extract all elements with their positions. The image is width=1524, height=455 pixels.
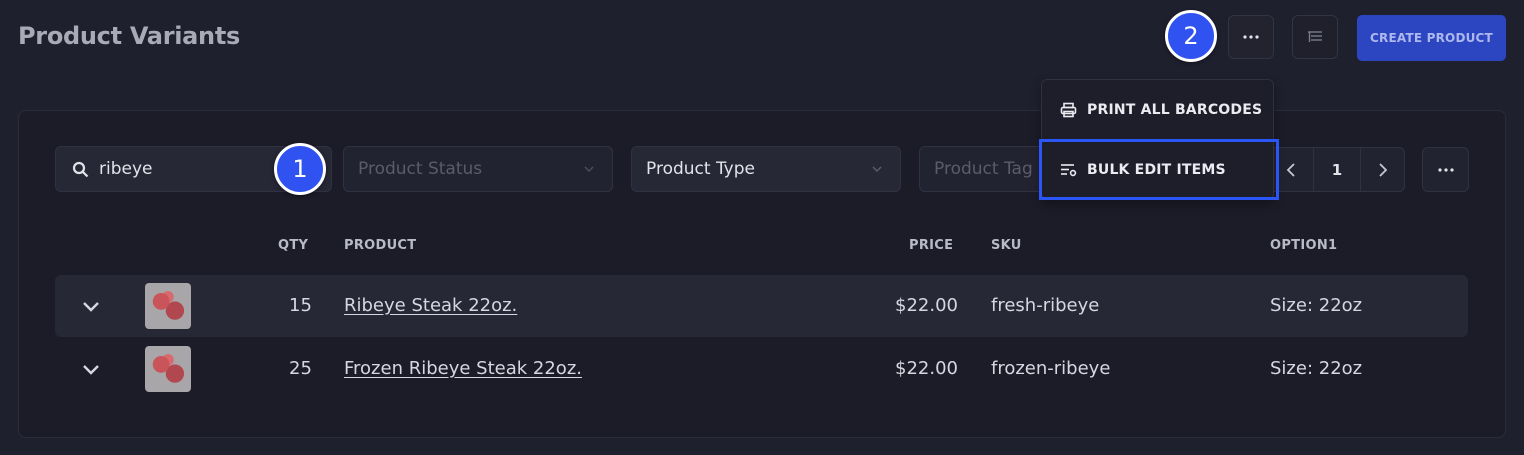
- step-marker-2: 2: [1165, 10, 1217, 62]
- table-more-button[interactable]: [1422, 147, 1469, 192]
- chevron-right-icon: [1378, 162, 1387, 177]
- product-link[interactable]: Ribeye Steak 22oz.: [344, 295, 517, 316]
- qty-cell: 15: [289, 295, 312, 316]
- menu-item-label: PRINT ALL BARCODES: [1087, 102, 1263, 118]
- option1-cell: Size: 22oz: [1270, 358, 1363, 379]
- menu-item-print-barcodes[interactable]: PRINT ALL BARCODES: [1042, 82, 1273, 138]
- columns-icon: [1308, 31, 1322, 42]
- header-product: PRODUCT: [344, 238, 417, 253]
- next-page-button[interactable]: [1361, 148, 1404, 191]
- current-page[interactable]: 1: [1314, 148, 1361, 191]
- product-type-value: Product Type: [646, 159, 755, 179]
- price-cell: $22.00: [895, 295, 958, 316]
- product-link[interactable]: Frozen Ribeye Steak 22oz.: [344, 358, 582, 379]
- table-row[interactable]: 25 Frozen Ribeye Steak 22oz. $22.00 froz…: [55, 338, 1468, 400]
- sku-cell: frozen-ribeye: [991, 358, 1111, 379]
- chevron-left-icon: [1286, 162, 1295, 177]
- product-type-select[interactable]: Product Type: [631, 146, 901, 192]
- pagination: 1: [1268, 147, 1405, 192]
- more-actions-button[interactable]: [1228, 15, 1274, 59]
- menu-item-label: BULK EDIT ITEMS: [1087, 161, 1226, 178]
- header-qty: QTY: [278, 238, 309, 253]
- product-thumbnail: [145, 283, 191, 329]
- page-title: Product Variants: [18, 22, 240, 50]
- menu-item-bulk-edit[interactable]: BULK EDIT ITEMS: [1042, 141, 1273, 197]
- header-sku: SKU: [991, 238, 1022, 253]
- sku-cell: fresh-ribeye: [991, 295, 1100, 316]
- product-status-placeholder: Product Status: [358, 159, 483, 179]
- printer-icon: [1060, 102, 1077, 118]
- chevron-down-icon: [584, 166, 594, 173]
- option1-cell: Size: 22oz: [1270, 295, 1363, 316]
- chevron-down-icon[interactable]: [80, 295, 102, 317]
- more-actions-menu: PRINT ALL BARCODES BULK EDIT ITEMS: [1041, 79, 1274, 200]
- ellipsis-icon: [1243, 35, 1259, 39]
- create-product-button[interactable]: CREATE PRODUCT: [1357, 15, 1506, 61]
- chevron-down-icon[interactable]: [80, 358, 102, 380]
- header-price: PRICE: [909, 238, 954, 253]
- product-thumbnail: [145, 346, 191, 392]
- ellipsis-icon: [1437, 167, 1454, 172]
- prev-page-button[interactable]: [1269, 148, 1314, 191]
- header-option1: OPTION1: [1270, 238, 1338, 253]
- search-icon: [72, 161, 89, 177]
- chevron-down-icon: [872, 166, 882, 173]
- product-tag-placeholder: Product Tag: [934, 159, 1033, 179]
- search-value: ribeye: [99, 159, 153, 179]
- columns-button[interactable]: [1292, 15, 1338, 59]
- table-row[interactable]: 15 Ribeye Steak 22oz. $22.00 fresh-ribey…: [55, 275, 1468, 337]
- step-marker-1: 1: [274, 143, 326, 195]
- price-cell: $22.00: [895, 358, 958, 379]
- bulk-edit-icon: [1061, 163, 1077, 176]
- qty-cell: 25: [289, 358, 312, 379]
- product-status-select[interactable]: Product Status: [343, 146, 613, 192]
